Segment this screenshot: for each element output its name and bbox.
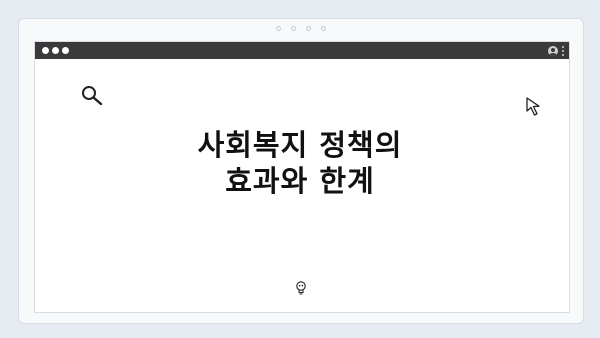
titlebar-actions	[548, 44, 564, 57]
lightbulb-icon	[296, 281, 306, 295]
window-control-icon[interactable]	[42, 47, 49, 54]
cursor-arrow-icon	[526, 97, 540, 116]
page-title: 사회복지 정책의 효과와 한계	[0, 127, 600, 199]
page-dot-icon[interactable]	[321, 26, 326, 31]
search-icon	[82, 86, 103, 106]
page-title-line-2: 효과와 한계	[225, 164, 375, 198]
page-dot-icon[interactable]	[306, 26, 311, 31]
window-control-icon[interactable]	[62, 47, 69, 54]
window-control-icon[interactable]	[52, 47, 59, 54]
page-dot-icon[interactable]	[291, 26, 296, 31]
page-indicator	[19, 26, 583, 31]
user-icon[interactable]	[548, 45, 558, 56]
page-title-line-1: 사회복지 정책의	[197, 128, 403, 162]
page-dot-icon[interactable]	[276, 26, 281, 31]
kebab-menu-icon[interactable]	[562, 45, 564, 56]
window-titlebar	[35, 42, 569, 59]
